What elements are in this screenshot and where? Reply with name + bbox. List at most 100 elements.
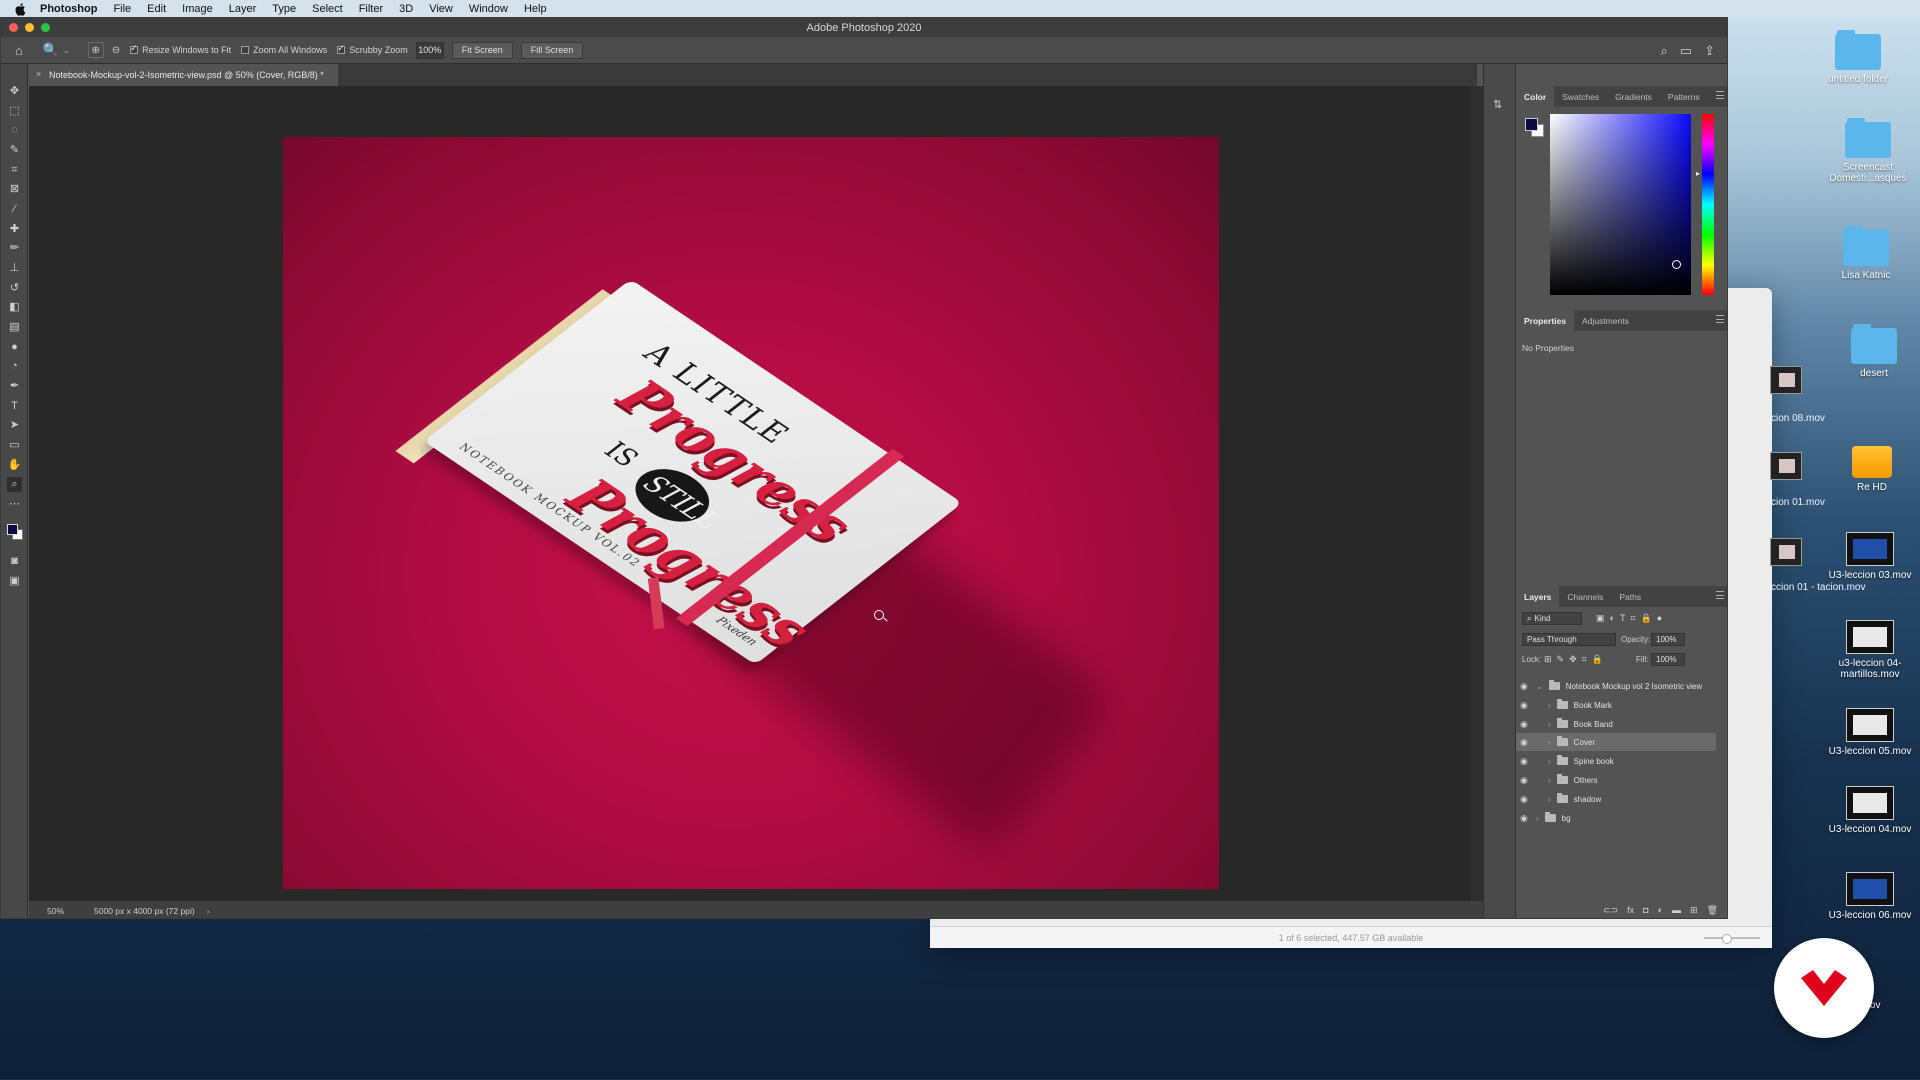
- eye-icon[interactable]: ◉: [1520, 794, 1530, 805]
- share-icon[interactable]: ⇪: [1704, 43, 1715, 59]
- tab-properties[interactable]: Properties: [1516, 310, 1575, 331]
- dodge-tool-icon[interactable]: ◔: [7, 359, 22, 374]
- finder-file-label[interactable]: cion 01.mov: [1771, 497, 1825, 508]
- tab-patterns[interactable]: Patterns: [1660, 86, 1708, 107]
- tab-color[interactable]: Color: [1516, 86, 1555, 107]
- history-brush-icon[interactable]: ↺: [7, 281, 22, 296]
- scrubby-zoom-checkbox[interactable]: Scrubby Zoom: [337, 43, 408, 55]
- rectangle-tool-icon[interactable]: ▭: [7, 438, 22, 453]
- icon-size-slider[interactable]: [1704, 934, 1760, 944]
- quick-select-tool-icon[interactable]: ✎: [7, 143, 22, 158]
- minimize-window-button[interactable]: [25, 23, 34, 32]
- video-thumbnail[interactable]: [1770, 452, 1802, 480]
- checkbox-checked[interactable]: [130, 43, 139, 54]
- checkbox-checked[interactable]: [337, 43, 346, 54]
- layer-row-book-band[interactable]: ◉ › Book Band: [1516, 715, 1716, 733]
- menu-layer[interactable]: Layer: [229, 3, 257, 15]
- lasso-tool-icon[interactable]: ◌: [7, 123, 22, 138]
- menu-select[interactable]: Select: [312, 3, 343, 15]
- tab-paths[interactable]: Paths: [1611, 586, 1649, 607]
- chevron-right-icon[interactable]: ›: [1548, 757, 1551, 766]
- blur-tool-icon[interactable]: ●: [7, 340, 22, 355]
- foreground-color-swatch[interactable]: [7, 524, 18, 535]
- zoom-tool-icon[interactable]: ⌕: [7, 477, 22, 492]
- desktop-folder[interactable]: Screencast Domesti...asques: [1808, 118, 1920, 184]
- hue-slider[interactable]: [1702, 114, 1714, 295]
- layer-row-shadow[interactable]: ◉ › shadow: [1516, 790, 1716, 808]
- desktop-video-file[interactable]: U3-leccion 05.mov: [1810, 708, 1920, 757]
- menu-edit[interactable]: Edit: [147, 3, 166, 15]
- desktop-folder[interactable]: untitled folder: [1798, 30, 1918, 85]
- zoom-window-button[interactable]: [41, 23, 50, 32]
- desktop-folder[interactable]: Lisa Katnic: [1806, 226, 1920, 281]
- screen-mode-icon[interactable]: ▣: [7, 574, 22, 589]
- zoom-in-icon[interactable]: ⊕: [87, 42, 104, 58]
- zoom-out-icon[interactable]: ⊖: [112, 45, 120, 56]
- chevron-down-icon[interactable]: ⌄: [63, 46, 70, 55]
- trash-icon[interactable]: 🗑: [1707, 905, 1718, 916]
- eye-icon[interactable]: ◉: [1520, 775, 1530, 786]
- tab-adjustments[interactable]: Adjustments: [1574, 310, 1637, 331]
- pen-tool-icon[interactable]: ✒: [7, 379, 22, 394]
- zoom-level[interactable]: 50%: [47, 906, 64, 916]
- menu-window[interactable]: Window: [469, 3, 508, 15]
- fill-screen-button[interactable]: Fill Screen: [520, 41, 584, 59]
- layer-row-bg[interactable]: ◉ › bg: [1516, 809, 1716, 827]
- chevron-right-icon[interactable]: ›: [1548, 776, 1551, 785]
- tab-gradients[interactable]: Gradients: [1607, 86, 1660, 107]
- eye-icon[interactable]: ◉: [1520, 756, 1530, 767]
- document-canvas[interactable]: A LITTLE Progress IS STILL Progress NOTE…: [283, 137, 1219, 889]
- checkbox-unchecked[interactable]: [241, 46, 250, 54]
- chevron-right-icon[interactable]: ›: [1548, 701, 1551, 710]
- color-saturation-field[interactable]: [1550, 114, 1691, 295]
- eye-icon[interactable]: ◉: [1520, 700, 1530, 711]
- type-tool-icon[interactable]: T: [7, 399, 22, 414]
- move-tool-icon[interactable]: ✥: [7, 84, 22, 99]
- history-panel-icon[interactable]: ⇅: [1493, 98, 1502, 111]
- menu-app-photoshop[interactable]: Photoshop: [40, 3, 97, 15]
- close-icon[interactable]: ×: [36, 69, 41, 79]
- crop-tool-icon[interactable]: ⌗: [7, 163, 22, 178]
- panel-menu-icon[interactable]: [1716, 591, 1724, 599]
- brush-tool-icon[interactable]: ✏: [7, 241, 22, 256]
- hue-slider-handle[interactable]: ▸: [1696, 169, 1700, 178]
- zoom-all-checkbox[interactable]: Zoom All Windows: [241, 45, 327, 55]
- layer-group-row[interactable]: ◉ ⌄ Notebook Mockup vol 2 Isometric view: [1516, 677, 1716, 695]
- quick-mask-icon[interactable]: ◙: [7, 554, 22, 569]
- desktop-folder[interactable]: desert: [1814, 324, 1920, 379]
- desktop-video-file[interactable]: u3-leccion 04-martillos.mov: [1810, 620, 1920, 680]
- workspace-icon[interactable]: ▭: [1680, 43, 1692, 59]
- panel-menu-icon[interactable]: [1716, 315, 1724, 323]
- path-select-tool-icon[interactable]: ➤: [7, 418, 22, 433]
- layer-row-spine-book[interactable]: ◉ › Spine book: [1516, 752, 1716, 770]
- healing-tool-icon[interactable]: ✚: [7, 222, 22, 237]
- opacity-field[interactable]: 100%: [1651, 633, 1685, 646]
- menu-file[interactable]: File: [113, 3, 131, 15]
- color-picker-handle[interactable]: [1672, 260, 1681, 269]
- eye-icon[interactable]: ◉: [1520, 737, 1530, 748]
- eye-icon[interactable]: ◉: [1520, 719, 1530, 730]
- gradient-tool-icon[interactable]: ▤: [7, 320, 22, 335]
- menu-view[interactable]: View: [429, 3, 453, 15]
- link-layers-icon[interactable]: ⊂⊃: [1603, 905, 1618, 916]
- foreground-color-swatch[interactable]: [1525, 118, 1538, 131]
- desktop-drive[interactable]: Re HD: [1812, 446, 1920, 493]
- layer-filter-icons[interactable]: ▣◐T⌗🔒●: [1596, 613, 1667, 624]
- lock-icons[interactable]: ⊞✎✥⌗🔒: [1544, 654, 1608, 665]
- finder-file-label[interactable]: ccion 01 - tacion.mov: [1771, 582, 1866, 593]
- panel-menu-icon[interactable]: [1716, 91, 1724, 99]
- adjustment-layer-icon[interactable]: ◐: [1658, 905, 1663, 915]
- new-layer-icon[interactable]: ⊞: [1690, 905, 1698, 916]
- chevron-down-icon[interactable]: ⌄: [1536, 682, 1543, 691]
- frame-tool-icon[interactable]: ⊠: [7, 182, 22, 197]
- eye-icon[interactable]: ◉: [1520, 681, 1530, 692]
- menu-3d[interactable]: 3D: [399, 3, 413, 15]
- chevron-right-icon[interactable]: ›: [207, 906, 210, 916]
- menu-type[interactable]: Type: [272, 3, 296, 15]
- vertical-scrollbar[interactable]: [1471, 86, 1483, 901]
- layer-row-cover[interactable]: ◉ › Cover: [1516, 733, 1716, 751]
- chevron-right-icon[interactable]: ›: [1536, 814, 1539, 823]
- menu-image[interactable]: Image: [182, 3, 213, 15]
- apple-icon[interactable]: [14, 2, 28, 16]
- finder-file-label[interactable]: cion 08.mov: [1771, 413, 1825, 424]
